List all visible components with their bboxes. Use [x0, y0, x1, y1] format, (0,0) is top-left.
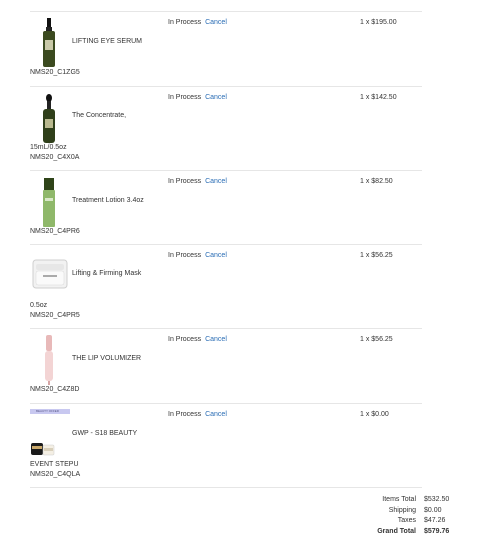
product-name-continued: EVENT STEPU — [30, 461, 79, 468]
taxes-label: Taxes — [397, 517, 416, 524]
order-status: In Process Cancel — [168, 252, 227, 259]
cancel-link[interactable]: Cancel — [205, 19, 227, 26]
product-name[interactable]: The Concentrate, — [72, 112, 126, 119]
product-sku: NMS20_C1ZG5 — [30, 69, 80, 76]
qty-price: 1 x $82.50 — [360, 178, 393, 185]
order-status: In Process Cancel — [168, 19, 227, 26]
lotion-bottle-image[interactable] — [40, 178, 58, 230]
status-text: In Process — [168, 94, 202, 101]
grand-total-value: $579.76 — [424, 527, 450, 535]
order-item: LIFTING EYE SERUM NMS20_C1ZG5 In Process… — [30, 12, 422, 86]
order-status: In Process Cancel — [168, 178, 227, 185]
status-text: In Process — [168, 19, 202, 26]
order-status: In Process Cancel — [168, 336, 227, 343]
product-sku: NMS20_C4PR5 — [30, 312, 80, 319]
product-sku: NMS20_C4QLA — [30, 471, 81, 478]
order-item: The Concentrate, 15mL/0.5oz NMS20_C4X0A … — [30, 87, 422, 170]
items-total-value: $532.50 — [424, 496, 450, 503]
order-status: In Process Cancel — [168, 94, 227, 101]
offer-badge-text: BEAUTY OFFER — [36, 408, 59, 413]
items-total-row: Items Total $532.50 — [336, 495, 458, 506]
shipping-value: $0.00 — [424, 506, 442, 514]
lip-tube-image[interactable] — [42, 335, 56, 387]
row-divider — [30, 487, 422, 488]
order-item: Treatment Lotion 3.4oz NMS20_C4PR6 In Pr… — [30, 171, 422, 244]
cancel-link[interactable]: Cancel — [205, 411, 227, 418]
product-name[interactable]: Treatment Lotion 3.4oz — [72, 197, 144, 204]
dropper-bottle-image[interactable] — [40, 94, 58, 146]
status-text: In Process — [168, 336, 202, 343]
status-text: In Process — [168, 252, 202, 259]
grand-total-row: Grand Total $579.76 — [336, 527, 458, 538]
order-item: Lifting & Firming Mask 0.5oz NMS20_C4PR5… — [30, 245, 422, 328]
gift-set-image[interactable] — [30, 440, 56, 458]
grand-total-label: Grand Total — [377, 527, 416, 535]
product-name[interactable]: THE LIP VOLUMIZER — [72, 355, 141, 362]
qty-price: 1 x $195.00 — [360, 19, 397, 26]
product-name[interactable]: LIFTING EYE SERUM — [72, 38, 142, 45]
qty-price: 1 x $0.00 — [360, 411, 389, 418]
order-item: BEAUTY OFFER GWP - S18 BEAUTY EVENT STEP… — [30, 404, 422, 487]
serum-bottle-image[interactable] — [40, 18, 58, 70]
status-text: In Process — [168, 178, 202, 185]
cancel-link[interactable]: Cancel — [205, 178, 227, 185]
qty-price: 1 x $56.25 — [360, 252, 393, 259]
shipping-label: Shipping — [388, 506, 416, 514]
qty-price: 1 x $142.50 — [360, 94, 397, 101]
taxes-row: Taxes $47.26 — [336, 516, 458, 527]
product-sku: NMS20_C4Z8D — [30, 386, 80, 393]
mask-jar-image[interactable] — [32, 259, 68, 291]
cancel-link[interactable]: Cancel — [205, 252, 227, 259]
qty-price: 1 x $56.25 — [360, 336, 393, 343]
product-name[interactable]: GWP - S18 BEAUTY — [72, 430, 137, 437]
product-sku: NMS20_C4X0A — [30, 154, 80, 161]
status-text: In Process — [168, 411, 202, 418]
order-status: In Process Cancel — [168, 411, 227, 418]
order-item: THE LIP VOLUMIZER NMS20_C4Z8D In Process… — [30, 329, 422, 403]
order-totals: Items Total $532.50 Shipping $0.00 Taxes… — [336, 495, 458, 537]
product-name-continued: 0.5oz — [30, 302, 48, 309]
product-name[interactable]: Lifting & Firming Mask — [72, 270, 141, 277]
cancel-link[interactable]: Cancel — [205, 94, 227, 101]
product-name-continued: 15mL/0.5oz — [30, 144, 67, 151]
taxes-value: $47.26 — [424, 517, 446, 524]
items-total-label: Items Total — [382, 496, 416, 503]
product-sku: NMS20_C4PR6 — [30, 228, 80, 235]
cancel-link[interactable]: Cancel — [205, 336, 227, 343]
shipping-row: Shipping $0.00 — [336, 506, 458, 517]
offer-badge: BEAUTY OFFER — [30, 409, 70, 414]
